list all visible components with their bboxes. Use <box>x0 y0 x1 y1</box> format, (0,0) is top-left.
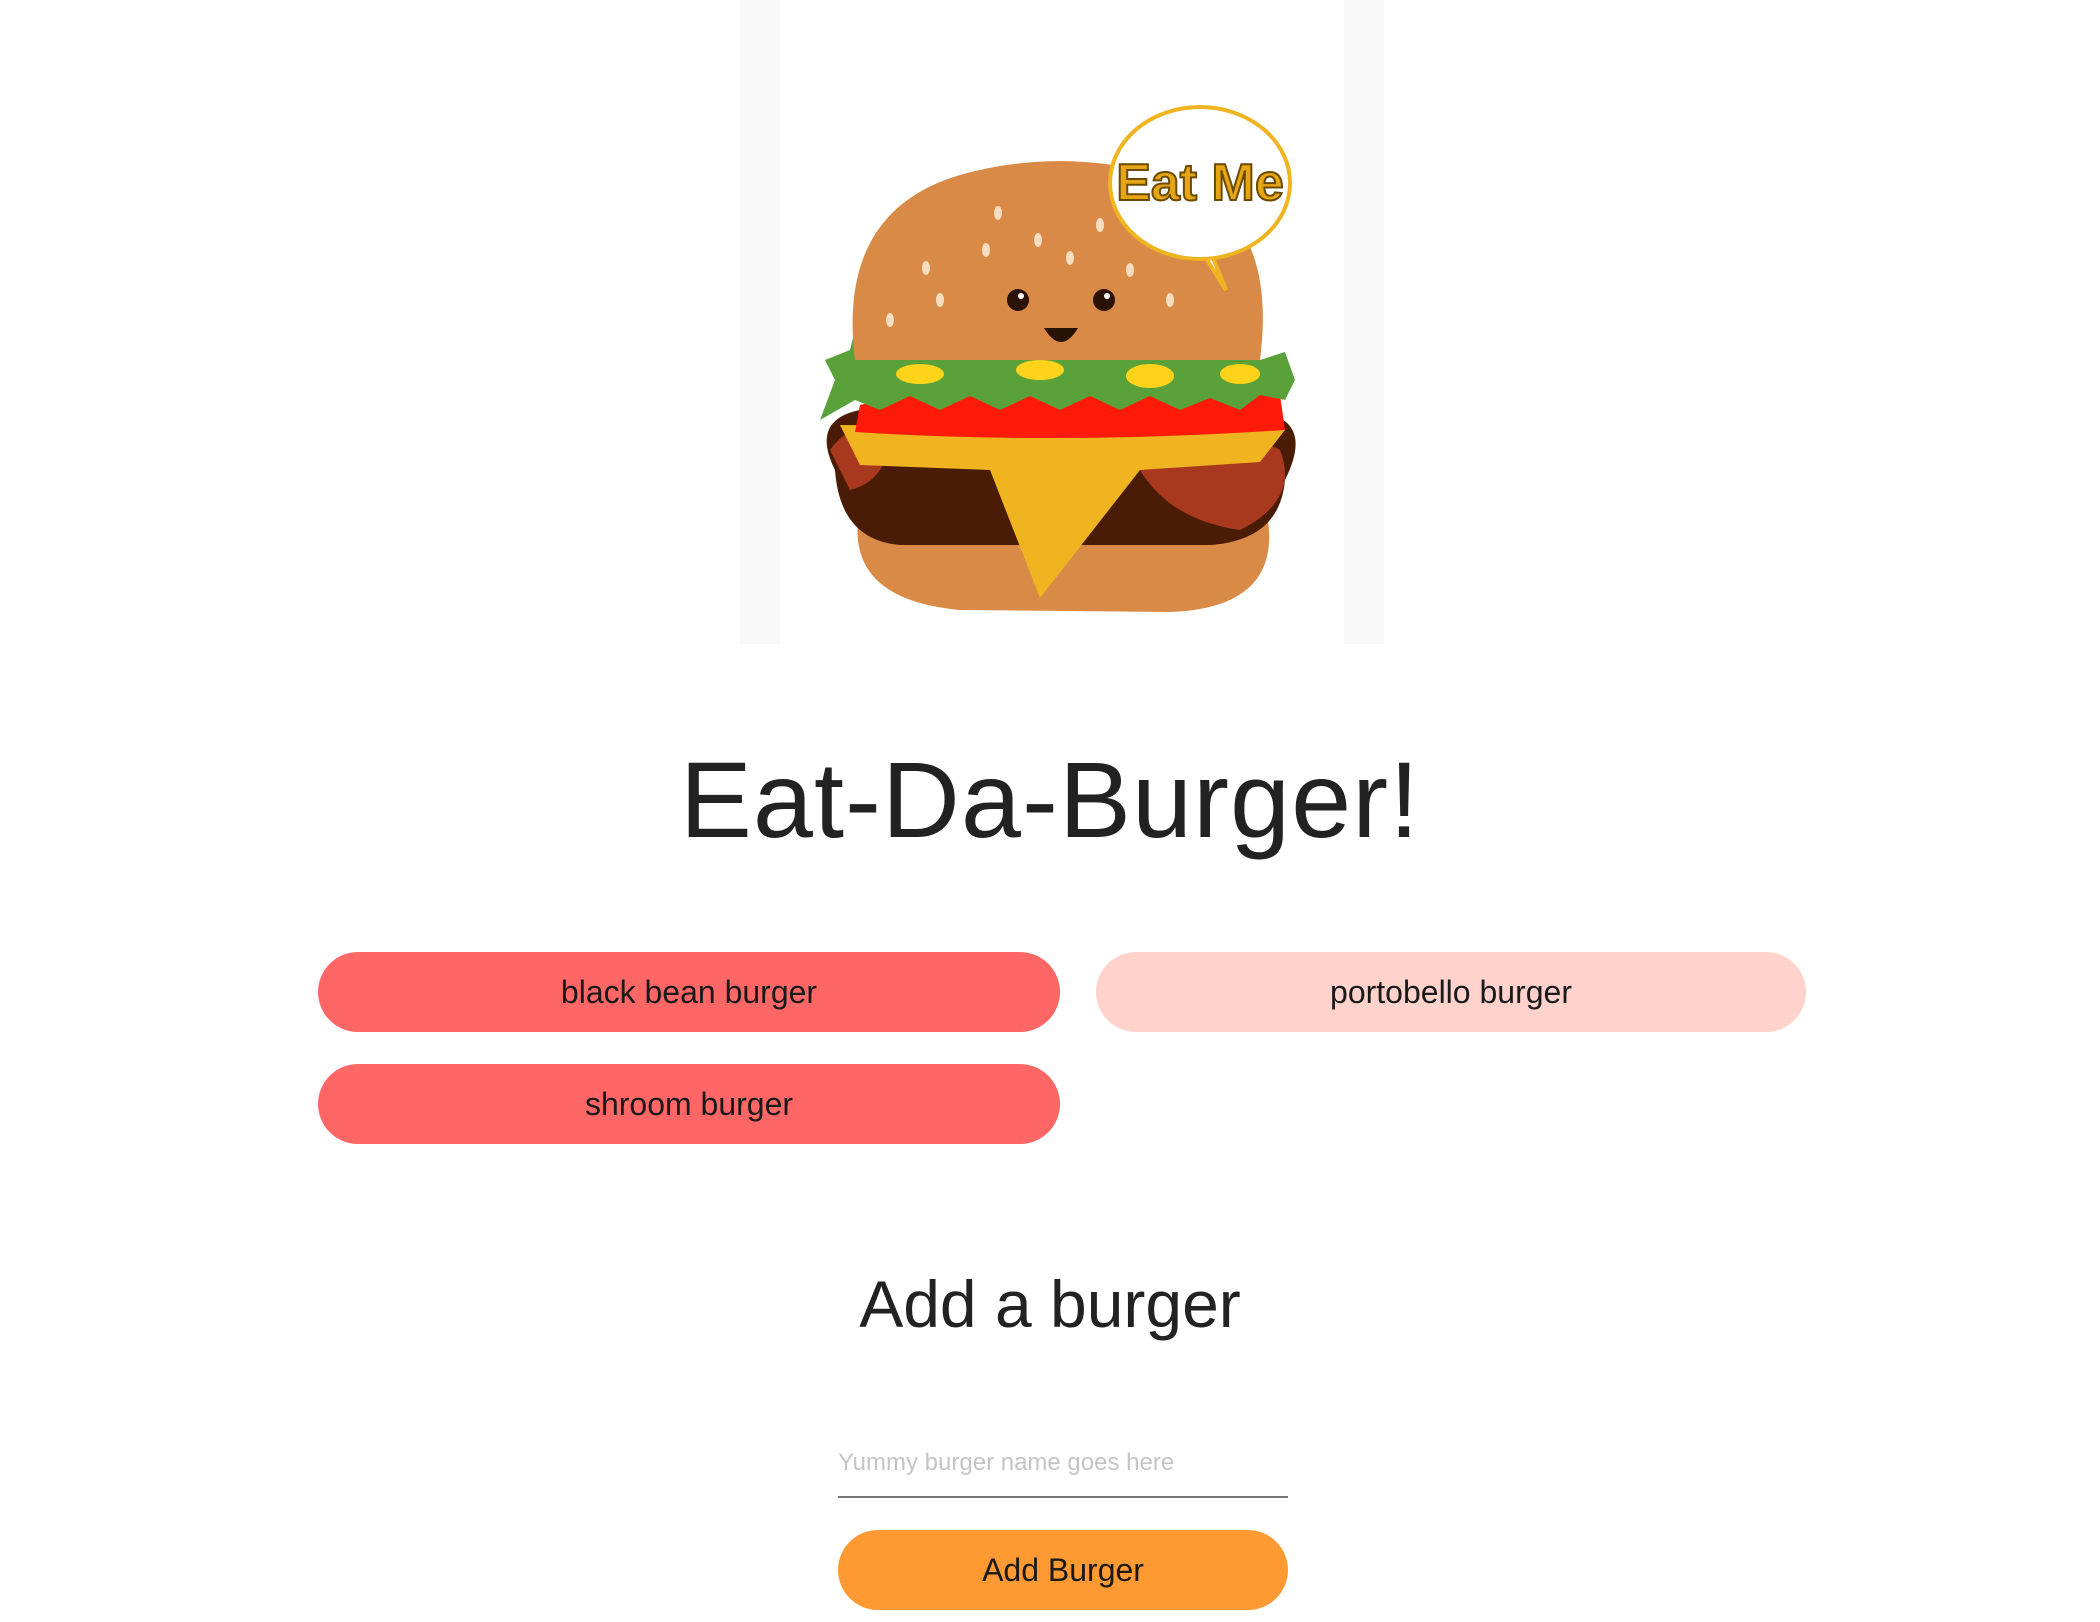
speech-bubble-text: Eat Me <box>1116 154 1284 212</box>
page-title: Eat-Da-Burger! <box>679 739 1421 860</box>
add-burger-button[interactable]: Add Burger <box>838 1530 1288 1610</box>
burger-button-portobello[interactable]: portobello burger <box>1096 952 1806 1032</box>
burger-mascot-icon: Eat Me <box>740 0 1384 644</box>
add-burger-title: Add a burger <box>859 1267 1241 1341</box>
burger-button-shroom[interactable]: shroom burger <box>318 1064 1060 1144</box>
burger-name-input[interactable] <box>838 1430 1288 1498</box>
burger-mascot-image: Eat Me <box>740 0 1384 644</box>
burger-button-black-bean[interactable]: black bean burger <box>318 952 1060 1032</box>
